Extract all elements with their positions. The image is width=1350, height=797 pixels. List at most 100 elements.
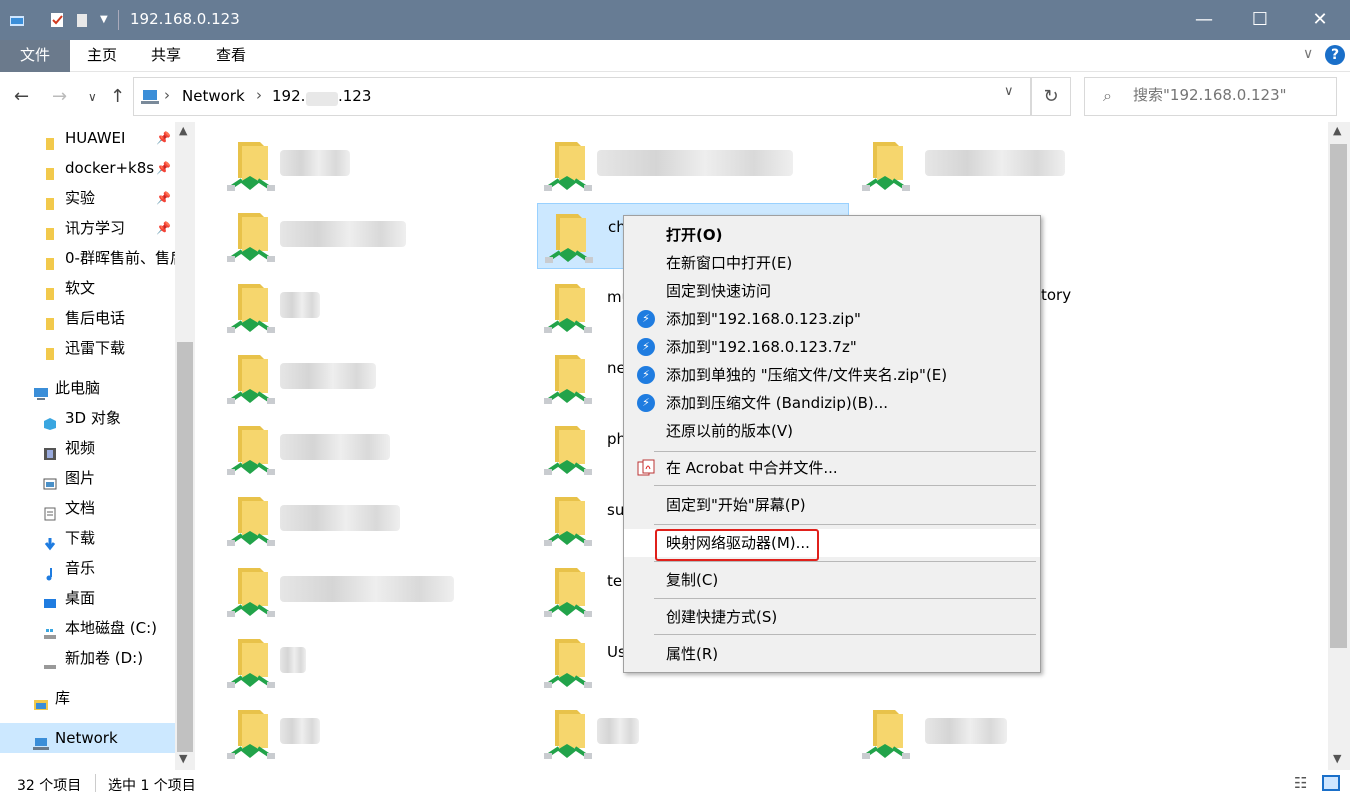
menu-open[interactable]: 打开(O) bbox=[624, 221, 1040, 249]
tab-home[interactable]: 主页 bbox=[71, 40, 133, 72]
redacted-filename bbox=[925, 718, 1007, 744]
explorer-icon[interactable] bbox=[8, 10, 26, 30]
customize-toolbar-icon[interactable]: ▼ bbox=[100, 14, 118, 34]
large-icons-view-icon[interactable] bbox=[1322, 775, 1340, 791]
menu-add-zip[interactable]: ⚡ 添加到"192.168.0.123.zip" bbox=[624, 305, 1040, 333]
sidebar-item-quick-1[interactable]: docker+k8s 📌 bbox=[0, 153, 175, 183]
sidebar-item-pc-7[interactable]: 本地磁盘 (C:) bbox=[0, 613, 175, 643]
network-folder-icon bbox=[227, 426, 275, 475]
scroll-up-icon[interactable]: ▲ bbox=[1333, 124, 1341, 137]
folder-tile[interactable] bbox=[220, 345, 532, 411]
pin-icon[interactable]: 📌 bbox=[156, 153, 171, 183]
sidebar-scroll-thumb[interactable] bbox=[177, 342, 193, 752]
menu-acrobat-merge[interactable]: 在 Acrobat 中合并文件... bbox=[624, 454, 1040, 482]
recent-locations-chevron-icon[interactable]: ∨ bbox=[88, 90, 97, 104]
properties-icon[interactable] bbox=[48, 10, 66, 30]
sidebar-item-pc-4[interactable]: 下载 bbox=[0, 523, 175, 553]
folder-tile[interactable] bbox=[220, 558, 532, 624]
folder-tile[interactable] bbox=[220, 487, 532, 553]
sidebar-item-pc-5[interactable]: 音乐 bbox=[0, 553, 175, 583]
pin-icon[interactable]: 📌 bbox=[156, 183, 171, 213]
pictures-icon bbox=[43, 471, 57, 490]
search-box[interactable]: ⌕ bbox=[1084, 77, 1337, 116]
pin-icon[interactable]: 📌 bbox=[156, 213, 171, 243]
sidebar-item-pc-8[interactable]: 新加卷 (D:) bbox=[0, 643, 175, 673]
folder-tile[interactable] bbox=[220, 132, 532, 198]
tab-view[interactable]: 查看 bbox=[200, 40, 262, 72]
help-icon[interactable]: ? bbox=[1325, 45, 1345, 65]
scroll-down-icon[interactable]: ▼ bbox=[179, 752, 187, 765]
folder-tile[interactable] bbox=[220, 203, 532, 269]
menu-item-label: 属性(R) bbox=[666, 645, 719, 663]
refresh-icon: ↻ bbox=[1043, 86, 1059, 107]
downloads-icon bbox=[43, 531, 57, 551]
up-arrow-icon[interactable]: ↑ bbox=[110, 86, 125, 107]
sidebar-item-quick-5[interactable]: 软文 bbox=[0, 273, 175, 303]
new-folder-icon[interactable] bbox=[74, 10, 92, 30]
folder-tile[interactable] bbox=[220, 700, 532, 766]
sidebar-item-quick-0[interactable]: HUAWEI 📌 bbox=[0, 123, 175, 153]
folder-tile[interactable] bbox=[220, 274, 532, 340]
maximize-button[interactable]: ☐ bbox=[1231, 0, 1289, 40]
menu-add-bandizip[interactable]: ⚡ 添加到压缩文件 (Bandizip)(B)... bbox=[624, 389, 1040, 417]
folder-tile[interactable] bbox=[220, 416, 532, 482]
menu-copy[interactable]: 复制(C) bbox=[624, 566, 1040, 594]
menu-create-shortcut[interactable]: 创建快捷方式(S) bbox=[624, 603, 1040, 631]
pin-icon[interactable]: 📌 bbox=[156, 123, 171, 153]
refresh-button[interactable]: ↻ bbox=[1031, 77, 1071, 116]
sidebar-item-network[interactable]: Network bbox=[0, 723, 175, 753]
menu-properties[interactable]: 属性(R) bbox=[624, 640, 1040, 668]
menu-add-7z[interactable]: ⚡ 添加到"192.168.0.123.7z" bbox=[624, 333, 1040, 361]
sidebar-item-pc-1[interactable]: 视频 bbox=[0, 433, 175, 463]
network-folder-icon bbox=[544, 426, 592, 475]
close-button[interactable]: ✕ bbox=[1291, 0, 1349, 40]
network-folder-icon bbox=[544, 142, 592, 191]
sidebar-scrollbar[interactable]: ▲ ▼ bbox=[175, 122, 195, 770]
breadcrumb-network[interactable]: Network bbox=[182, 87, 245, 105]
folder-tile[interactable] bbox=[220, 629, 532, 695]
scroll-down-icon[interactable]: ▼ bbox=[1333, 752, 1341, 765]
breadcrumb-host-end[interactable]: .123 bbox=[338, 87, 371, 105]
address-dropdown-icon[interactable]: ∨ bbox=[1004, 84, 1014, 99]
tab-share[interactable]: 共享 bbox=[135, 40, 197, 72]
bandizip-icon: ⚡ bbox=[637, 394, 655, 412]
search-input[interactable] bbox=[1133, 86, 1333, 104]
minimize-button[interactable]: — bbox=[1175, 0, 1233, 40]
folder-tile[interactable] bbox=[855, 700, 1167, 766]
menu-restore-versions[interactable]: 还原以前的版本(V) bbox=[624, 417, 1040, 445]
menu-item-label: 在 Acrobat 中合并文件... bbox=[666, 459, 838, 477]
folder-icon bbox=[43, 191, 57, 210]
menu-add-separate-zip[interactable]: ⚡ 添加到单独的 "压缩文件/文件夹名.zip"(E) bbox=[624, 361, 1040, 389]
details-view-icon[interactable]: ☷ bbox=[1294, 774, 1307, 792]
address-bar[interactable]: › Network › 192. .123 bbox=[133, 77, 1031, 116]
sidebar-item-quick-3[interactable]: 讯方学习 📌 bbox=[0, 213, 175, 243]
sidebar-item-pc-2[interactable]: 图片 bbox=[0, 463, 175, 493]
folder-tile[interactable] bbox=[855, 132, 1167, 198]
sidebar-item-library[interactable]: 库 bbox=[0, 683, 175, 713]
network-folder-icon bbox=[545, 214, 593, 263]
menu-open-new-window[interactable]: 在新窗口中打开(E) bbox=[624, 249, 1040, 277]
forward-arrow-icon[interactable]: → bbox=[52, 86, 67, 107]
sidebar-item-quick-4[interactable]: 0-群晖售前、售后 bbox=[0, 243, 175, 273]
sidebar-item-quick-6[interactable]: 售后电话 bbox=[0, 303, 175, 333]
sidebar-item-pc-3[interactable]: 文档 bbox=[0, 493, 175, 523]
folder-tile[interactable] bbox=[537, 132, 849, 198]
sidebar-item-pc-6[interactable]: 桌面 bbox=[0, 583, 175, 613]
scroll-up-icon[interactable]: ▲ bbox=[179, 124, 187, 137]
menu-item-label: 打开(O) bbox=[666, 226, 723, 244]
menu-pin-quick-access[interactable]: 固定到快速访问 bbox=[624, 277, 1040, 305]
expand-ribbon-icon[interactable]: ∨ bbox=[1303, 46, 1313, 62]
sidebar-item-quick-2[interactable]: 实验 📌 bbox=[0, 183, 175, 213]
menu-item-label: 创建快捷方式(S) bbox=[666, 608, 778, 626]
sidebar-item-this-pc[interactable]: 此电脑 bbox=[0, 373, 175, 403]
back-arrow-icon[interactable]: ← bbox=[14, 86, 29, 107]
content-scroll-thumb[interactable] bbox=[1330, 144, 1347, 648]
breadcrumb-host-start[interactable]: 192. bbox=[272, 87, 305, 105]
menu-item-label: 添加到"192.168.0.123.zip" bbox=[666, 310, 861, 328]
sidebar-item-pc-0[interactable]: 3D 对象 bbox=[0, 403, 175, 433]
content-scrollbar[interactable]: ▲ ▼ bbox=[1328, 122, 1350, 770]
folder-tile[interactable] bbox=[537, 700, 849, 766]
menu-pin-start[interactable]: 固定到"开始"屏幕(P) bbox=[624, 491, 1040, 519]
sidebar-item-quick-7[interactable]: 迅雷下载 bbox=[0, 333, 175, 363]
tab-file[interactable]: 文件 bbox=[0, 40, 71, 72]
